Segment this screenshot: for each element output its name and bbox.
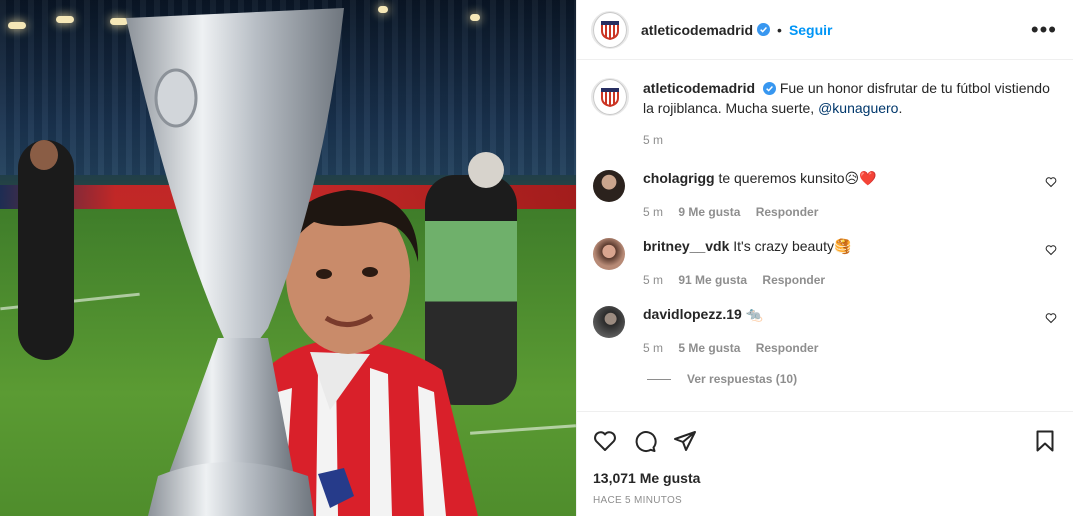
comment-like-heart-icon[interactable] <box>1045 312 1057 324</box>
comment-body: davidlopezz.19 🐀 5 m 5 Me gusta Responde… <box>643 304 1057 358</box>
caption-end: . <box>898 100 903 116</box>
comment-likes[interactable]: 9 Me gusta <box>678 205 740 219</box>
mention-link[interactable]: @kunaguero <box>818 100 898 116</box>
stadium-light <box>470 14 480 21</box>
comment-item: britney__vdk It's crazy beauty🥞 5 m 91 M… <box>577 236 1073 290</box>
comment-item: davidlopezz.19 🐀 5 m 5 Me gusta Responde… <box>577 304 1073 358</box>
comment-bubble-icon[interactable] <box>633 429 657 453</box>
comment-like-heart-icon[interactable] <box>1045 244 1057 256</box>
caption-username[interactable]: atleticodemadrid <box>643 80 755 96</box>
caption: atleticodemadrid Fue un honor disfrutar … <box>577 60 1073 150</box>
comment-meta: 5 m 9 Me gusta Responder <box>643 202 1057 222</box>
comment-item: cholagrigg te queremos kunsito😥❤️ 5 m 9 … <box>577 168 1073 222</box>
comments-area[interactable]: atleticodemadrid Fue un honor disfrutar … <box>577 60 1073 412</box>
post-photo[interactable] <box>0 0 576 516</box>
follow-button[interactable]: Seguir <box>789 22 833 38</box>
avatar[interactable] <box>591 10 629 49</box>
stadium-light <box>378 6 388 13</box>
reply-button[interactable]: Responder <box>756 205 819 219</box>
avatar-ring <box>593 79 627 115</box>
comment-body: britney__vdk It's crazy beauty🥞 5 m 91 M… <box>643 236 1057 290</box>
save-bookmark-icon[interactable] <box>1033 429 1057 453</box>
comment-likes[interactable]: 91 Me gusta <box>678 273 747 287</box>
reply-button[interactable]: Responder <box>756 341 819 355</box>
post-header: atleticodemadrid • Seguir ••• <box>577 0 1073 60</box>
caption-avatar[interactable] <box>591 78 629 116</box>
comment-text: 🐀 <box>745 306 764 322</box>
share-send-icon[interactable] <box>673 429 697 453</box>
comment-avatar[interactable] <box>593 306 625 338</box>
likes-count[interactable]: 13,071 Me gusta <box>593 470 700 486</box>
comment-text: te queremos kunsito😥❤️ <box>718 170 877 186</box>
post-timestamp[interactable]: HACE 5 MINUTOS <box>593 495 682 506</box>
separator-dot: • <box>777 21 782 38</box>
reply-button[interactable]: Responder <box>762 273 825 287</box>
comment-likes[interactable]: 5 Me gusta <box>678 341 740 355</box>
comment-avatar[interactable] <box>593 238 625 270</box>
stadium-light <box>56 16 74 23</box>
caption-time[interactable]: 5 m <box>643 130 1057 150</box>
like-heart-icon[interactable] <box>593 429 617 453</box>
action-bar <box>593 428 1057 454</box>
view-replies-button[interactable]: Ver respuestas (10) <box>577 372 1073 386</box>
actions-divider <box>577 411 1073 412</box>
comment-body: cholagrigg te queremos kunsito😥❤️ 5 m 9 … <box>643 168 1057 222</box>
comment-meta: 5 m 91 Me gusta Responder <box>643 270 1057 290</box>
comment-time[interactable]: 5 m <box>643 205 663 219</box>
person-head <box>30 140 58 170</box>
comment-time[interactable]: 5 m <box>643 341 663 355</box>
comment-like-heart-icon[interactable] <box>1045 176 1057 188</box>
atletico-crest-icon <box>601 20 619 40</box>
avatar-ring <box>593 11 627 48</box>
caption-text: atleticodemadrid Fue un honor disfrutar … <box>643 78 1057 150</box>
more-options-icon[interactable]: ••• <box>1031 18 1057 40</box>
replies-line <box>647 378 671 380</box>
view-replies-label: Ver respuestas (10) <box>687 372 798 386</box>
comment-username[interactable]: davidlopezz.19 <box>643 306 742 322</box>
post-side-panel: atleticodemadrid • Seguir ••• atleticode… <box>576 0 1073 516</box>
verified-badge-icon <box>762 82 776 95</box>
person-silhouette <box>18 140 74 360</box>
comment-text: It's crazy beauty🥞 <box>733 238 852 254</box>
comment-time[interactable]: 5 m <box>643 273 663 287</box>
comment-username[interactable]: cholagrigg <box>643 170 715 186</box>
username[interactable]: atleticodemadrid <box>641 22 753 38</box>
comment-meta: 5 m 5 Me gusta Responder <box>643 338 1057 358</box>
instagram-post: atleticodemadrid • Seguir ••• atleticode… <box>0 0 1073 516</box>
trophy-figure <box>126 8 344 516</box>
atletico-crest-icon <box>601 88 619 107</box>
verified-badge-icon <box>757 23 771 36</box>
comment-username[interactable]: britney__vdk <box>643 238 729 254</box>
stadium-light <box>8 22 26 29</box>
comment-avatar[interactable] <box>593 170 625 202</box>
